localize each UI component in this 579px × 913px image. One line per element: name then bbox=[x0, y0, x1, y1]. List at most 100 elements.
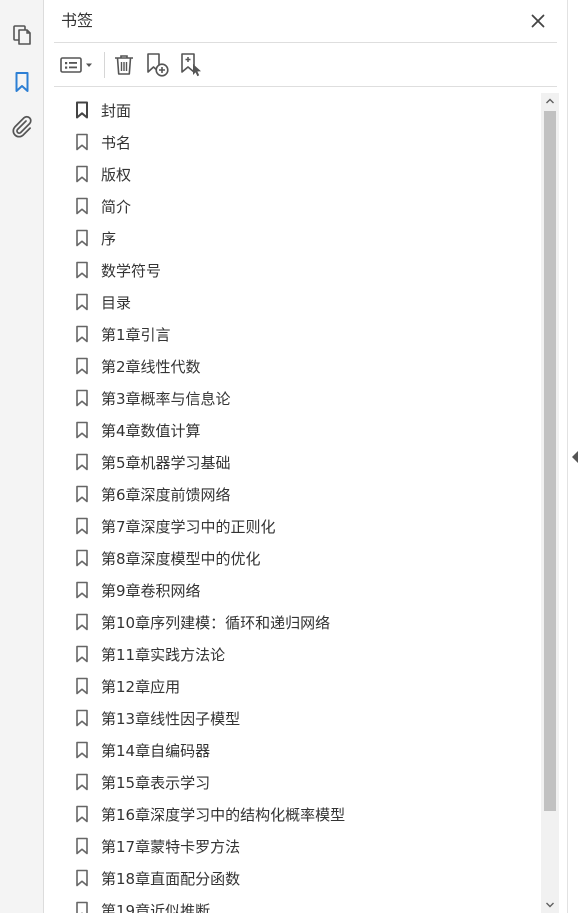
bookmark-item[interactable]: 第6章深度前馈网络 bbox=[75, 480, 535, 508]
delete-bookmark-button[interactable] bbox=[111, 51, 137, 79]
bookmark-icon bbox=[76, 645, 88, 663]
bookmark-icon bbox=[76, 261, 88, 279]
bookmark-label: 第16章深度学习中的结构化概率模型 bbox=[101, 805, 346, 824]
bookmark-item[interactable]: 版权 bbox=[75, 160, 535, 188]
bookmark-icon bbox=[76, 453, 88, 471]
bookmark-item[interactable]: 第15章表示学习 bbox=[75, 768, 535, 796]
bookmark-item[interactable]: 封面 bbox=[75, 96, 535, 124]
bookmark-item[interactable]: 书名 bbox=[75, 128, 535, 156]
bookmark-icon bbox=[76, 773, 88, 791]
bookmarks-window: 书签 封面 书名 版权 简介 序 数学符号 目录 第1章引言 第2章线性代数 第… bbox=[0, 0, 579, 913]
bookmark-item[interactable]: 第13章线性因子模型 bbox=[75, 704, 535, 732]
chevron-up-icon bbox=[546, 98, 554, 104]
toolbar-separator bbox=[104, 52, 105, 78]
bookmark-icon bbox=[76, 517, 88, 535]
panel-header: 书签 bbox=[45, 0, 567, 42]
bookmark-label: 第13章线性因子模型 bbox=[101, 709, 241, 728]
vertical-scrollbar[interactable] bbox=[541, 93, 559, 913]
bookmark-icon bbox=[76, 549, 88, 567]
bookmark-item[interactable]: 第4章数值计算 bbox=[75, 416, 535, 444]
bookmark-item[interactable]: 第3章概率与信息论 bbox=[75, 384, 535, 412]
bookmark-label: 第5章机器学习基础 bbox=[101, 453, 231, 472]
bookmark-item[interactable]: 第5章机器学习基础 bbox=[75, 448, 535, 476]
bookmark-icon bbox=[76, 101, 88, 119]
bookmark-item[interactable]: 第12章应用 bbox=[75, 672, 535, 700]
scrollbar-thumb[interactable] bbox=[544, 111, 556, 811]
bookmark-icon bbox=[76, 325, 88, 343]
bookmark-label: 第14章自编码器 bbox=[101, 741, 211, 760]
bookmark-label: 版权 bbox=[101, 165, 132, 184]
page-thumbnails-button[interactable] bbox=[6, 19, 38, 51]
bookmark-label: 序 bbox=[101, 229, 117, 248]
bookmark-label: 第3章概率与信息论 bbox=[101, 389, 231, 408]
options-menu-icon bbox=[60, 57, 92, 73]
bookmark-icon bbox=[76, 485, 88, 503]
panel-title: 书签 bbox=[61, 11, 94, 30]
bookmark-label: 第12章应用 bbox=[101, 677, 181, 696]
bookmark-item[interactable]: 第10章序列建模：循环和递归网络 bbox=[75, 608, 535, 636]
bookmark-label: 第19章近似推断 bbox=[101, 901, 211, 913]
bookmark-icon bbox=[76, 165, 88, 183]
bookmark-label: 简介 bbox=[101, 197, 132, 216]
bookmark-icon bbox=[76, 197, 88, 215]
bookmark-item[interactable]: 第2章线性代数 bbox=[75, 352, 535, 380]
bookmark-item[interactable]: 第11章实践方法论 bbox=[75, 640, 535, 668]
bookmark-item[interactable]: 简介 bbox=[75, 192, 535, 220]
scroll-up-button[interactable] bbox=[541, 93, 559, 109]
bookmark-item[interactable]: 第8章深度模型中的优化 bbox=[75, 544, 535, 572]
bookmark-icon bbox=[76, 421, 88, 439]
bookmarks-toolbar bbox=[45, 43, 567, 86]
bookmark-item[interactable]: 第7章深度学习中的正则化 bbox=[75, 512, 535, 540]
bookmarks-list: 封面书名版权简介序数学符号目录第1章引言第2章线性代数第3章概率与信息论第4章数… bbox=[45, 93, 541, 913]
bookmark-item[interactable]: 数学符号 bbox=[75, 256, 535, 284]
bookmark-label: 第10章序列建模：循环和递归网络 bbox=[101, 613, 331, 632]
bookmark-item[interactable]: 第19章近似推断 bbox=[75, 896, 535, 913]
bookmark-item[interactable]: 第18章直面配分函数 bbox=[75, 864, 535, 892]
bookmark-icon bbox=[76, 357, 88, 375]
bookmarks-panel-button[interactable] bbox=[6, 66, 38, 98]
bookmark-item[interactable]: 第17章蒙特卡罗方法 bbox=[75, 832, 535, 860]
bookmark-label: 第6章深度前馈网络 bbox=[101, 485, 231, 504]
bookmark-item[interactable]: 第14章自编码器 bbox=[75, 736, 535, 764]
bookmarks-panel: 书签 封面 书名 版权 简介 序 数学符号 目录 第1章引言 第2章线性代数 第… bbox=[45, 0, 567, 913]
attachments-button[interactable] bbox=[6, 111, 38, 143]
bookmark-item[interactable]: 第1章引言 bbox=[75, 320, 535, 348]
bookmark-label: 第18章直面配分函数 bbox=[101, 869, 241, 888]
bookmark-icon bbox=[76, 613, 88, 631]
bookmark-label: 第2章线性代数 bbox=[101, 357, 201, 376]
bookmark-label: 第8章深度模型中的优化 bbox=[101, 549, 261, 568]
new-bookmark-icon bbox=[147, 53, 169, 77]
bookmark-label: 目录 bbox=[101, 293, 132, 312]
bookmark-icon bbox=[76, 293, 88, 311]
bookmark-item[interactable]: 目录 bbox=[75, 288, 535, 316]
bookmark-label: 第15章表示学习 bbox=[101, 773, 211, 792]
bookmark-item[interactable]: 第16章深度学习中的结构化概率模型 bbox=[75, 800, 535, 828]
bookmark-icon bbox=[76, 677, 88, 695]
options-menu-button[interactable] bbox=[59, 51, 97, 79]
bookmark-icon bbox=[76, 389, 88, 407]
chevron-down-icon bbox=[546, 902, 554, 908]
new-bookmark-from-structure-icon bbox=[181, 53, 201, 77]
bookmark-label: 第9章卷积网络 bbox=[101, 581, 201, 600]
close-panel-button[interactable] bbox=[527, 10, 549, 32]
bookmark-icon bbox=[76, 581, 88, 599]
bookmark-icon bbox=[76, 133, 88, 151]
attachment-icon bbox=[12, 115, 32, 138]
pane-splitter[interactable] bbox=[567, 0, 579, 913]
bookmark-item[interactable]: 序 bbox=[75, 224, 535, 252]
toolbar-divider bbox=[54, 86, 557, 87]
bookmark-item[interactable]: 第9章卷积网络 bbox=[75, 576, 535, 604]
bookmark-icon bbox=[76, 869, 88, 887]
bookmark-label: 书名 bbox=[101, 133, 132, 152]
new-bookmark-from-structure-button[interactable] bbox=[178, 51, 206, 79]
bookmark-icon bbox=[76, 709, 88, 727]
delete-icon bbox=[115, 55, 133, 75]
close-icon bbox=[531, 14, 545, 28]
navigation-rail bbox=[0, 0, 44, 913]
bookmark-label: 第17章蒙特卡罗方法 bbox=[101, 837, 241, 856]
new-bookmark-button[interactable] bbox=[144, 51, 172, 79]
bookmark-label: 第11章实践方法论 bbox=[101, 645, 226, 664]
collapse-arrow-icon[interactable] bbox=[571, 450, 579, 464]
scroll-down-button[interactable] bbox=[541, 897, 559, 913]
bookmark-icon bbox=[15, 72, 29, 92]
